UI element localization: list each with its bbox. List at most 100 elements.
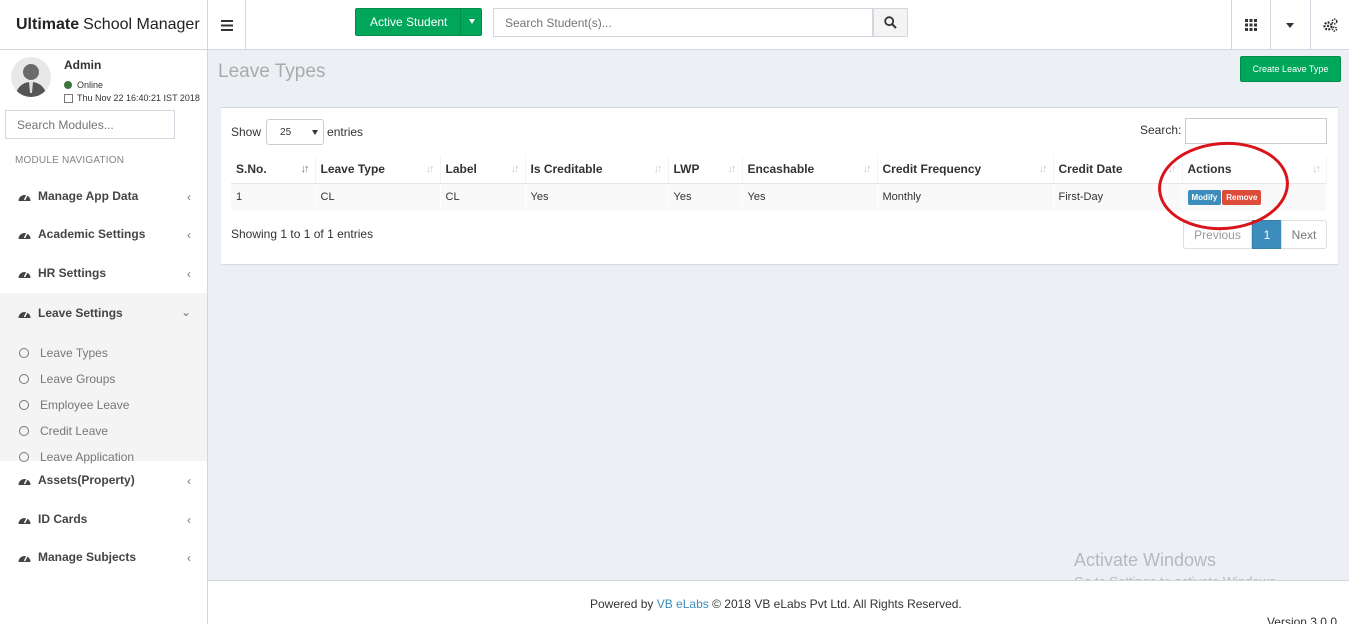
sidebar-item-leave-settings[interactable]: Leave Settings ⌄ — [0, 293, 207, 333]
sort-icon: ↓↑ — [727, 163, 737, 175]
column-header-label[interactable]: Label ↓↑ — [440, 155, 526, 184]
caret-down-icon — [469, 19, 475, 24]
datetime-text: Thu Nov 22 16:40:21 IST 2018 — [77, 93, 200, 103]
user-panel: Admin Online Thu Nov 22 16:40:21 IST 201… — [0, 50, 208, 108]
sidebar-item-label: Leave Settings — [38, 306, 123, 320]
submenu-item-leave-groups[interactable]: Leave Groups — [19, 369, 115, 389]
column-header-credit-frequency[interactable]: Credit Frequency ↓↑ — [877, 155, 1054, 184]
column-header-leave-type[interactable]: Leave Type ↓↑ — [315, 155, 441, 184]
sidebar-item-label: Manage Subjects — [38, 550, 137, 564]
cell-label: CL — [440, 183, 526, 211]
sidebar-item-id-cards[interactable]: ID Cards ‹ — [0, 500, 207, 538]
sidebar-item-assets[interactable]: Assets(Property) ‹ — [0, 461, 207, 499]
sidebar-item-label: Assets(Property) — [38, 473, 135, 487]
submenu-item-label: Leave Groups — [40, 372, 116, 386]
sidebar-toggle-button[interactable] — [208, 0, 246, 50]
module-search-input[interactable] — [5, 110, 175, 139]
chevron-left-icon: ‹ — [187, 551, 191, 565]
dashboard-icon — [18, 232, 31, 239]
apps-grid-button[interactable] — [1231, 0, 1269, 50]
copyright-text: © 2018 VB eLabs Pvt Ltd. All Rights Rese… — [712, 597, 962, 611]
column-header-lwp[interactable]: LWP ↓↑ — [668, 155, 743, 184]
submenu-item-label: Employee Leave — [40, 398, 130, 412]
user-silhouette-icon — [15, 64, 47, 97]
table-info: Showing 1 to 1 of 1 entries — [231, 227, 374, 241]
user-name: Admin — [64, 58, 102, 72]
avatar — [11, 57, 51, 97]
next-page-button[interactable]: Next — [1281, 220, 1327, 249]
chevron-down-icon: ⌄ — [180, 305, 191, 319]
dashboard-icon — [18, 478, 31, 485]
sidebar-item-manage-app-data[interactable]: Manage App Data ‹ — [0, 177, 207, 215]
search-icon — [884, 16, 897, 29]
entries-label: entries — [327, 125, 364, 139]
chevron-left-icon: ‹ — [187, 267, 191, 281]
submenu-item-credit-leave[interactable]: Credit Leave — [19, 421, 108, 441]
dashboard-icon — [18, 555, 31, 562]
status-text: Online — [77, 80, 104, 90]
caret-down-icon — [312, 130, 319, 135]
gears-icon — [1322, 18, 1338, 32]
page-length-control: Show 25 entries — [231, 119, 363, 145]
circle-icon — [19, 426, 29, 436]
sidebar-item-academic-settings[interactable]: Academic Settings ‹ — [0, 215, 207, 253]
sidebar-item-label: Academic Settings — [38, 227, 146, 241]
dropdown-divider — [460, 9, 461, 35]
sort-asc-icon: ↓↑ — [300, 163, 310, 175]
cell-credit-frequency: Monthly — [877, 183, 1054, 211]
submenu-item-label: Leave Types — [40, 346, 108, 360]
dashboard-icon — [18, 194, 31, 201]
cell-leave-type: CL — [315, 183, 441, 211]
powered-by-label: Powered by — [590, 597, 654, 611]
calendar-icon — [64, 93, 73, 103]
sidebar: Admin Online Thu Nov 22 16:40:21 IST 201… — [0, 50, 208, 624]
page-length-value: 25 — [280, 127, 292, 138]
leave-settings-submenu: Leave Types Leave Groups Employee Leave … — [0, 333, 207, 464]
brand-bold: Ultimate — [16, 16, 80, 33]
company-link[interactable]: VB eLabs — [657, 597, 709, 611]
page-1-button[interactable]: 1 — [1252, 220, 1282, 249]
dashboard-icon — [18, 311, 31, 318]
user-status: Online — [64, 80, 103, 90]
footer-text: Powered by VB eLabs © 2018 VB eLabs Pvt … — [590, 597, 962, 611]
show-label: Show — [231, 125, 262, 139]
sort-icon: ↓↑ — [425, 163, 435, 175]
cell-lwp: Yes — [668, 183, 743, 211]
nav-header: MODULE NAVIGATION — [15, 155, 125, 166]
create-leave-type-button[interactable]: Create Leave Type — [1240, 56, 1341, 82]
page-length-select[interactable]: 25 — [266, 119, 325, 145]
active-student-dropdown[interactable]: Active Student — [355, 8, 482, 36]
submenu-item-label: Credit Leave — [40, 424, 109, 438]
table-search-input[interactable] — [1185, 118, 1327, 144]
user-datetime: Thu Nov 22 16:40:21 IST 2018 — [64, 93, 200, 103]
top-header: Ultimate School Manager Active Student — [0, 0, 1349, 50]
menu-icon — [220, 19, 233, 31]
sort-icon: ↓↑ — [510, 163, 520, 175]
cell-sno: 1 — [231, 183, 316, 211]
submenu-item-leave-types[interactable]: Leave Types — [19, 343, 108, 363]
user-menu-dropdown[interactable] — [1270, 0, 1308, 50]
caret-down-icon — [1285, 22, 1294, 28]
chevron-left-icon: ‹ — [187, 190, 191, 204]
settings-button[interactable] — [1310, 0, 1349, 50]
student-search-input[interactable] — [493, 8, 873, 37]
student-search-button[interactable] — [873, 8, 908, 37]
sidebar-item-label: ID Cards — [38, 512, 88, 526]
column-header-is-creditable[interactable]: Is Creditable ↓↑ — [525, 155, 669, 184]
column-header-encashable[interactable]: Encashable ↓↑ — [742, 155, 878, 184]
active-student-label: Active Student — [370, 15, 448, 29]
sort-icon: ↓↑ — [653, 163, 663, 175]
sort-icon: ↓↑ — [1038, 163, 1048, 175]
sidebar-item-hr-settings[interactable]: HR Settings ‹ — [0, 254, 207, 292]
sidebar-item-label: HR Settings — [38, 266, 107, 280]
table-search-label: Search: — [1140, 123, 1182, 137]
circle-icon — [19, 400, 29, 410]
sort-icon: ↓↑ — [1312, 163, 1321, 175]
sidebar-item-manage-subjects[interactable]: Manage Subjects ‹ — [0, 538, 207, 576]
app-logo[interactable]: Ultimate School Manager — [0, 0, 208, 50]
column-header-sno[interactable]: S.No. ↓↑ — [231, 155, 316, 184]
chevron-left-icon: ‹ — [187, 228, 191, 242]
grid-icon — [1244, 19, 1257, 31]
watermark-title: Activate Windows — [1074, 550, 1217, 570]
submenu-item-employee-leave[interactable]: Employee Leave — [19, 395, 129, 415]
